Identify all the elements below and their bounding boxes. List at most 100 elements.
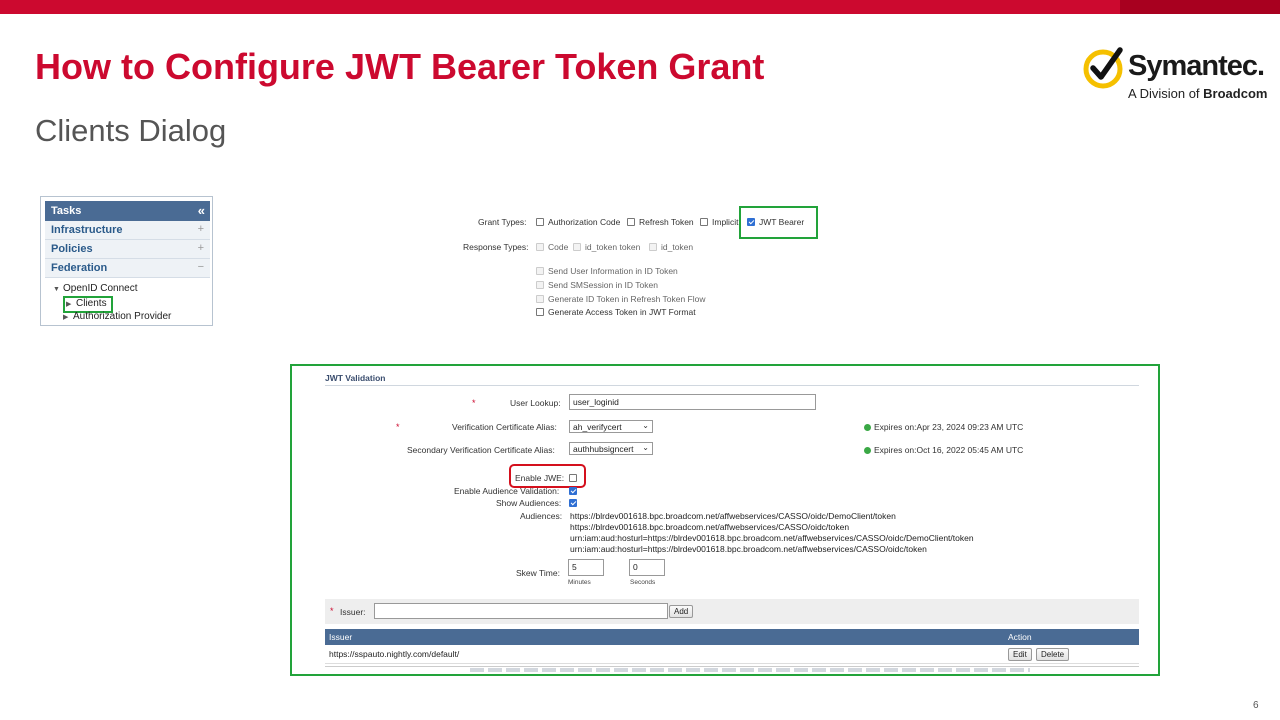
option-label: Authorization Code xyxy=(548,217,621,227)
option-label: id_token xyxy=(661,242,694,252)
tasks-panel: Tasks « Infrastructure + Policies + Fede… xyxy=(40,196,213,326)
opt-generate-id-token-refresh: Generate ID Token in Refresh Token Flow xyxy=(536,294,706,304)
required-marker: * xyxy=(330,606,334,616)
jwt-validation-panel: JWT Validation * User Lookup: user_login… xyxy=(290,364,1160,676)
response-id-token: id_token xyxy=(649,242,693,252)
task-section-policies[interactable]: Policies + xyxy=(45,240,210,259)
checkbox-icon[interactable] xyxy=(700,218,708,226)
status-ok-icon xyxy=(864,424,871,431)
logo-division-prefix: A Division of xyxy=(1128,86,1204,101)
checkbox-icon xyxy=(536,267,544,275)
opt-generate-access-token-jwt[interactable]: Generate Access Token in JWT Format xyxy=(536,307,696,317)
checkbox-icon xyxy=(536,295,544,303)
secondary-cert-expiry: Expires on:Oct 16, 2022 05:45 AM UTC xyxy=(864,445,1023,455)
option-label: Generate Access Token in JWT Format xyxy=(548,307,696,317)
grant-refresh-token[interactable]: Refresh Token xyxy=(627,217,694,227)
tree-item-label: Authorization Provider xyxy=(73,311,172,322)
grant-implicit[interactable]: Implicit xyxy=(700,217,740,227)
add-issuer-button[interactable]: Add xyxy=(669,605,694,618)
skew-seconds-input[interactable]: 0 xyxy=(629,559,665,576)
slide-number: 6 xyxy=(1253,700,1259,711)
enable-audience-validation-checkbox[interactable] xyxy=(569,487,577,495)
option-label: Send SMSession in ID Token xyxy=(548,280,658,290)
secondary-cert-label: Secondary Verification Certificate Alias… xyxy=(407,445,555,455)
task-section-label: Policies xyxy=(51,243,93,255)
option-label: id_token token xyxy=(585,242,641,252)
tree-item-openid-connect[interactable]: ▼ OpenID Connect xyxy=(53,282,210,296)
tree-item-authorization-provider[interactable]: ▶ Authorization Provider xyxy=(53,310,210,324)
user-lookup-label: User Lookup: xyxy=(510,398,561,408)
top-accent-bar-right xyxy=(1120,0,1280,14)
expand-icon[interactable]: + xyxy=(198,223,204,235)
select-value: authhubsigncert xyxy=(573,444,634,454)
issuer-table-header: Issuer Action xyxy=(325,629,1139,645)
secondary-cert-select[interactable]: authhubsigncert ⌄ xyxy=(569,442,653,455)
column-header-action: Action xyxy=(1008,632,1032,642)
jwt-validation-title: JWT Validation xyxy=(325,373,386,383)
federation-tree: ▼ OpenID Connect ▶ Clients ▶ Authorization … xyxy=(45,278,210,324)
tree-item-label: OpenID Connect xyxy=(63,283,138,294)
task-section-federation[interactable]: Federation − xyxy=(45,259,210,278)
top-accent-bar xyxy=(0,0,1280,14)
tree-item-clients[interactable]: ▶ Clients xyxy=(53,296,210,313)
collapse-icon[interactable]: « xyxy=(198,203,205,218)
user-lookup-input[interactable]: user_loginid xyxy=(569,394,816,410)
tasks-header: Tasks « xyxy=(45,201,210,221)
required-marker: * xyxy=(396,422,400,432)
enable-jwe-highlight xyxy=(509,464,586,488)
jwt-bearer-highlight xyxy=(739,206,818,239)
task-section-infrastructure[interactable]: Infrastructure + xyxy=(45,221,210,240)
table-row: https://sspauto.nightly.com/default/ Edi… xyxy=(325,645,1139,664)
checkbox-icon xyxy=(536,281,544,289)
checkbox-icon xyxy=(536,243,544,251)
audience-value: https://blrdev001618.bpc.broadcom.net/af… xyxy=(570,511,896,521)
audiences-label: Audiences: xyxy=(520,511,563,521)
opt-send-user-info: Send User Information in ID Token xyxy=(536,266,678,276)
collapse-section-icon[interactable]: − xyxy=(198,261,204,273)
task-section-label: Federation xyxy=(51,262,108,274)
skew-minutes-input[interactable]: 5 xyxy=(568,559,604,576)
divider xyxy=(325,385,1139,386)
verification-cert-label: Verification Certificate Alias: xyxy=(452,422,557,432)
expiry-text: Expires on:Oct 16, 2022 05:45 AM UTC xyxy=(874,445,1024,455)
tree-expanded-icon: ▼ xyxy=(53,286,60,293)
edit-button[interactable]: Edit xyxy=(1008,648,1032,661)
grant-types-label: Grant Types: xyxy=(478,217,527,227)
task-section-label: Infrastructure xyxy=(51,224,123,236)
checkbox-icon[interactable] xyxy=(627,218,635,226)
tree-collapsed-icon: ▶ xyxy=(63,314,69,321)
logo-wordmark: Symantec. xyxy=(1128,50,1265,82)
chevron-down-icon: ⌄ xyxy=(642,421,649,430)
slide-title: How to Configure JWT Bearer Token Grant xyxy=(35,46,765,87)
expiry-text: Expires on:Apr 23, 2024 09:23 AM UTC xyxy=(874,422,1024,432)
response-id-token-token: id_token token xyxy=(573,242,640,252)
chevron-down-icon: ⌄ xyxy=(642,443,649,452)
checkmark-logo-icon xyxy=(1083,47,1123,89)
expand-icon[interactable]: + xyxy=(198,242,204,254)
option-label: Generate ID Token in Refresh Token Flow xyxy=(548,294,706,304)
response-types-label: Response Types: xyxy=(463,242,529,252)
option-label: Code xyxy=(548,242,569,252)
enable-audience-validation-label: Enable Audience Validation: xyxy=(454,486,559,496)
audience-value: urn:iam:aud:hosturl=https://blrdev001618… xyxy=(570,544,927,554)
select-value: ah_verifycert xyxy=(573,422,622,432)
verification-cert-select[interactable]: ah_verifycert ⌄ xyxy=(569,420,653,433)
opt-send-smsession: Send SMSession in ID Token xyxy=(536,280,658,290)
show-audiences-checkbox[interactable] xyxy=(569,499,577,507)
checkbox-icon[interactable] xyxy=(536,218,544,226)
issuer-label: Issuer: xyxy=(340,607,366,617)
issuer-input[interactable] xyxy=(374,603,668,619)
show-audiences-label: Show Audiences: xyxy=(496,498,562,508)
logo-division-name: Broadcom xyxy=(1203,86,1268,101)
tree-item-label: Clients xyxy=(76,298,107,309)
issuer-cell: https://sspauto.nightly.com/default/ xyxy=(329,649,460,659)
checkbox-icon[interactable] xyxy=(536,308,544,316)
option-label: Implicit xyxy=(712,217,739,227)
grant-authorization-code[interactable]: Authorization Code xyxy=(536,217,620,227)
skew-time-label: Skew Time: xyxy=(516,568,560,578)
slide-subtitle: Clients Dialog xyxy=(35,113,227,148)
option-label: Refresh Token xyxy=(639,217,694,227)
delete-button[interactable]: Delete xyxy=(1036,648,1070,661)
status-ok-icon xyxy=(864,447,871,454)
verification-cert-expiry: Expires on:Apr 23, 2024 09:23 AM UTC xyxy=(864,422,1023,432)
